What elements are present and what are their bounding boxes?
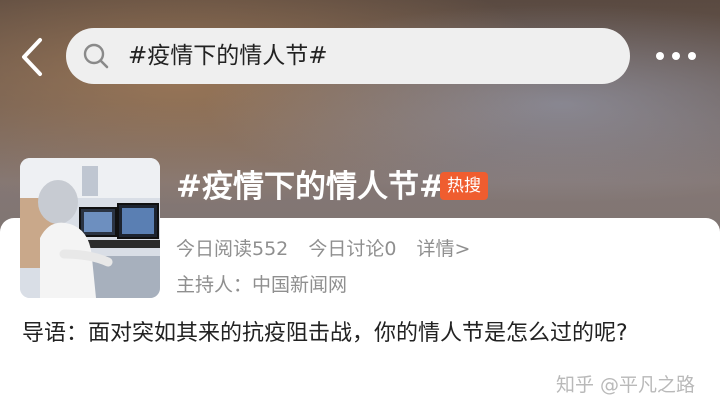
search-bar[interactable]: #疫情下的情人节# [66,28,630,84]
watermark: 知乎 @平凡之路 [556,374,696,396]
hot-search-badge: 热搜 [440,172,488,200]
topic-intro: 导语：面对突如其来的抗疫阻击战，你的情人节是怎么过的呢? [22,321,628,346]
topic-title: #疫情下的情人节# [176,169,445,205]
topic-image [20,158,160,298]
back-button[interactable] [16,36,56,78]
read-count: 今日阅读552 [176,238,289,260]
topic-thumbnail[interactable] [20,158,160,298]
back-chevron-icon [22,38,42,76]
search-query-text[interactable]: #疫情下的情人节# [128,42,328,70]
search-icon [83,43,109,69]
more-button[interactable] [654,48,698,64]
topic-host: 主持人：中国新闻网 [176,274,348,296]
topic-stats: 今日阅读552 今日讨论0 详情> [176,236,484,262]
discussion-count: 今日讨论0 [308,238,397,260]
details-link[interactable]: 详情> [416,238,470,260]
